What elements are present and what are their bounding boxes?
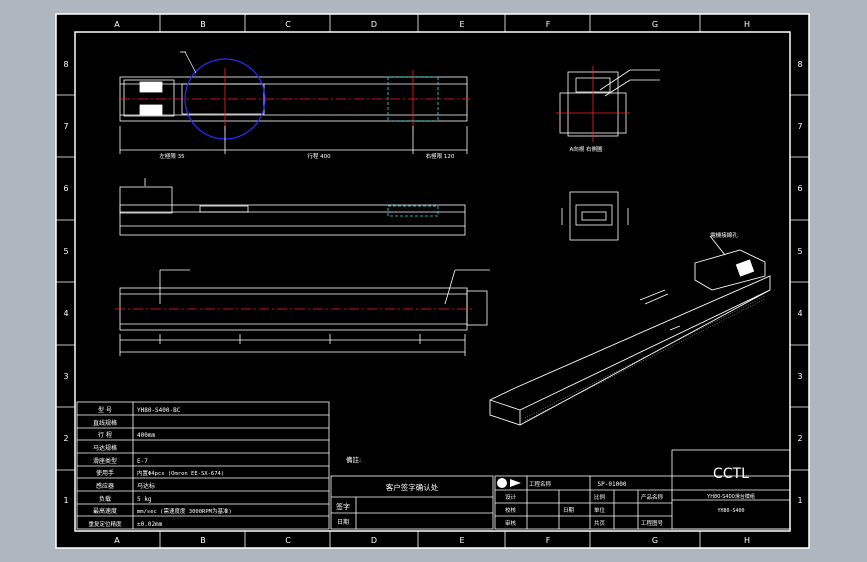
zone-col-d-bottom: D [371, 536, 377, 545]
dim-stroke: 行程 400 [307, 152, 331, 160]
tb-r3-c1: 审核 [505, 519, 517, 527]
zone-row-2-right: 2 [797, 434, 802, 443]
spec-key-slide: 滑座类型 [93, 457, 117, 465]
dim-left-limit: 左極限 35 [159, 152, 185, 160]
spec-key-hand: 使用手 [96, 469, 114, 477]
tb-r1-c6: 产品名称 [641, 493, 664, 501]
end-view-caption: A向視 右側圖 [569, 145, 603, 153]
company-name: CCTL [713, 466, 749, 482]
zone-col-h-bottom: H [744, 536, 750, 545]
zone-row-3-left: 3 [63, 372, 68, 381]
zone-col-b-bottom: B [200, 536, 206, 545]
zone-row-8-right: 8 [797, 60, 802, 69]
tb-r1-c4: 比例 [594, 493, 606, 501]
tb-r1-c1: 设计 [505, 493, 517, 501]
spec-key-motor: 马达规格 [93, 444, 117, 452]
zone-col-d-top: D [371, 20, 377, 29]
zone-col-f-top: F [546, 20, 551, 29]
zone-row-1-right: 1 [797, 496, 802, 505]
zone-row-6-right: 6 [797, 184, 802, 193]
spec-key-load: 负载 [99, 495, 111, 503]
project-value: SP-01000 [598, 481, 627, 488]
zone-col-a-top: A [114, 20, 120, 29]
zone-col-e-bottom: E [459, 536, 464, 545]
sign-label: 签字 [336, 502, 350, 511]
cad-drawing-sheet: A B C D E F G H A B C D E F G H 8 7 6 5 … [55, 13, 810, 549]
spec-value-load: 5 kg [137, 496, 152, 503]
zone-row-6-left: 6 [63, 184, 68, 193]
zone-row-3-right: 3 [797, 372, 802, 381]
zone-row-4-left: 4 [63, 309, 68, 318]
zone-col-c-top: C [285, 20, 291, 29]
spec-key-model: 型 号 [98, 406, 112, 414]
zone-row-1-left: 1 [63, 496, 68, 505]
spec-value-sensor: 马达标 [137, 482, 155, 490]
note-label: 備註: [346, 455, 361, 464]
tb-r3-c6: 工程图号 [641, 519, 664, 527]
spec-value-slide: E-7 [137, 458, 148, 465]
zone-row-8-left: 8 [63, 60, 68, 69]
zone-row-5-left: 5 [63, 247, 68, 256]
spec-key-sensor: 感应器 [96, 482, 114, 490]
zone-row-5-right: 5 [797, 247, 802, 256]
tb-r2-c1: 校核 [505, 506, 517, 514]
tb-r2-c4: 单位 [594, 506, 606, 514]
spec-value-stroke: 400mm [137, 432, 155, 439]
zone-col-b-top: B [200, 20, 206, 29]
zone-col-g-bottom: G [652, 536, 658, 545]
zone-row-7-right: 7 [797, 122, 802, 131]
spec-key-stroke: 行 程 [98, 431, 112, 439]
zone-col-f-bottom: F [546, 536, 551, 545]
zone-col-e-top: E [459, 20, 464, 29]
date-label: 日期 [337, 518, 349, 526]
tb-r3-c4: 共页 [594, 519, 606, 527]
dim-right-limit: 右極限 120 [426, 152, 455, 160]
spec-key-repeat: 重复定位精度 [88, 520, 122, 528]
spec-value-model: YH80-S400-BC [137, 407, 181, 414]
zone-row-7-left: 7 [63, 122, 68, 131]
spec-value-speed: mm/sec (需速度度 3000RPM为基准) [137, 507, 232, 515]
tb-r2-c3: 日期 [563, 507, 575, 514]
spec-value-repeat: ±0.02mm [137, 521, 163, 528]
drawing-name: YH80-S400滑台模组 [706, 493, 755, 500]
zone-col-h-top: H [744, 20, 750, 29]
confirm-title: 客户签字确认处 [386, 482, 439, 492]
project-label: 工程名称 [529, 480, 552, 488]
zone-row-2-left: 2 [63, 434, 68, 443]
spec-value-hand: 内置Φ4pcs (Omron EE-SX-674) [137, 469, 224, 477]
zone-col-c-bottom: C [285, 536, 291, 545]
zone-col-a-bottom: A [114, 536, 120, 545]
spec-key-speed: 最高速度 [93, 507, 117, 515]
zone-col-g-top: G [652, 20, 658, 29]
iso-callout-label: 電機接線孔 [710, 231, 738, 239]
spec-key-linear: 直线规格 [93, 419, 117, 427]
drawing-number: YH80-S400 [717, 508, 744, 514]
zone-row-4-right: 4 [797, 309, 802, 318]
